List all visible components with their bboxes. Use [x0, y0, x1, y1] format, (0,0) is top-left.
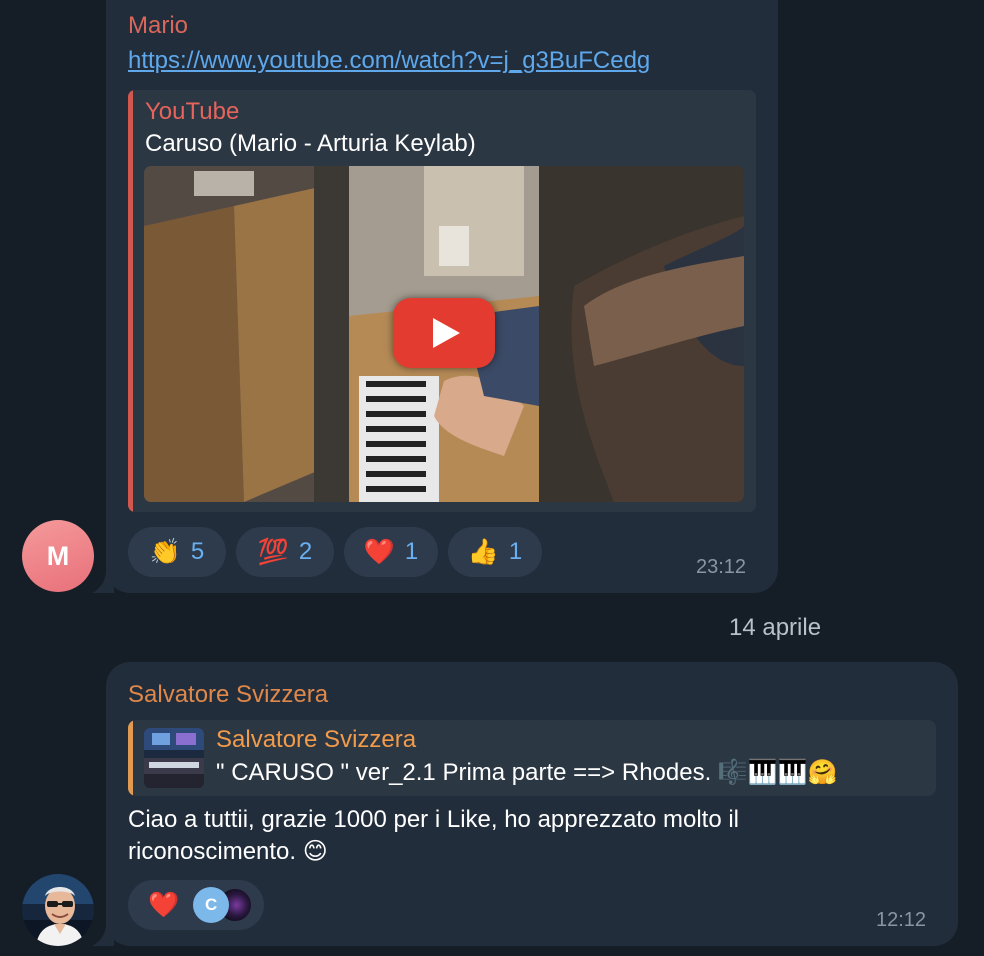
avatar[interactable]: [22, 874, 94, 946]
preview-accent-bar: [128, 90, 133, 512]
preview-site-name: YouTube: [145, 98, 240, 125]
red-heart-icon: ❤️: [148, 890, 180, 919]
reply-quote[interactable]: Salvatore Svizzera " CARUSO " ver_2.1 Pr…: [128, 720, 936, 796]
reaction-count: 2: [298, 538, 313, 565]
reaction-user-avatar: C: [193, 887, 230, 923]
date-separator: 14 aprile: [729, 614, 822, 641]
message-time: 12:12: [876, 909, 927, 931]
thumbs-up-icon: 👍: [467, 537, 499, 566]
reply-thumbnail: [144, 728, 204, 788]
red-heart-icon: ❤️: [363, 537, 395, 566]
video-thumbnail[interactable]: [144, 166, 744, 502]
hundred-points-icon: 💯: [257, 537, 289, 566]
reply-accent-bar: [128, 720, 133, 796]
reaction-heart[interactable]: ❤️ 1: [344, 527, 438, 577]
reaction-count: 5: [190, 538, 205, 565]
avatar[interactable]: M: [22, 520, 94, 592]
reaction-count: 1: [508, 538, 523, 565]
reaction-count: 1: [404, 538, 419, 565]
youtube-link[interactable]: https://www.youtube.com/watch?v=j_g3BuFC…: [128, 47, 650, 75]
clapping-hands-icon: 👏: [149, 537, 181, 566]
message-bubble-salvatore[interactable]: Salvatore Svizzera Salvatore Svizzera " …: [106, 662, 958, 946]
sender-name[interactable]: Salvatore Svizzera: [128, 681, 328, 709]
reply-sender-name: Salvatore Svizzera: [216, 726, 417, 753]
message-bubble-mario[interactable]: Mario https://www.youtube.com/watch?v=j_…: [106, 0, 778, 593]
reaction-heart[interactable]: ❤️ C: [128, 880, 264, 930]
sender-name[interactable]: Mario: [128, 12, 188, 40]
bubble-tail: [92, 924, 114, 946]
link-preview[interactable]: YouTube Caruso (Mario - Arturia Keylab): [128, 90, 756, 512]
message-time: 23:12: [696, 556, 747, 578]
reaction-thumbs-up[interactable]: 👍 1: [448, 527, 542, 577]
bubble-tail: [92, 571, 114, 593]
reaction-hundred[interactable]: 💯 2: [236, 527, 334, 577]
message-text: Ciao a tuttii, grazie 1000 per i Like, h…: [128, 806, 740, 865]
preview-title: Caruso (Mario - Arturia Keylab): [145, 130, 476, 157]
reaction-clap[interactable]: 👏 5: [128, 527, 226, 577]
reaction-user-avatars: C: [193, 887, 254, 923]
reply-text: " CARUSO " ver_2.1 Prima parte ==> Rhode…: [216, 759, 838, 786]
play-button[interactable]: [393, 298, 495, 368]
